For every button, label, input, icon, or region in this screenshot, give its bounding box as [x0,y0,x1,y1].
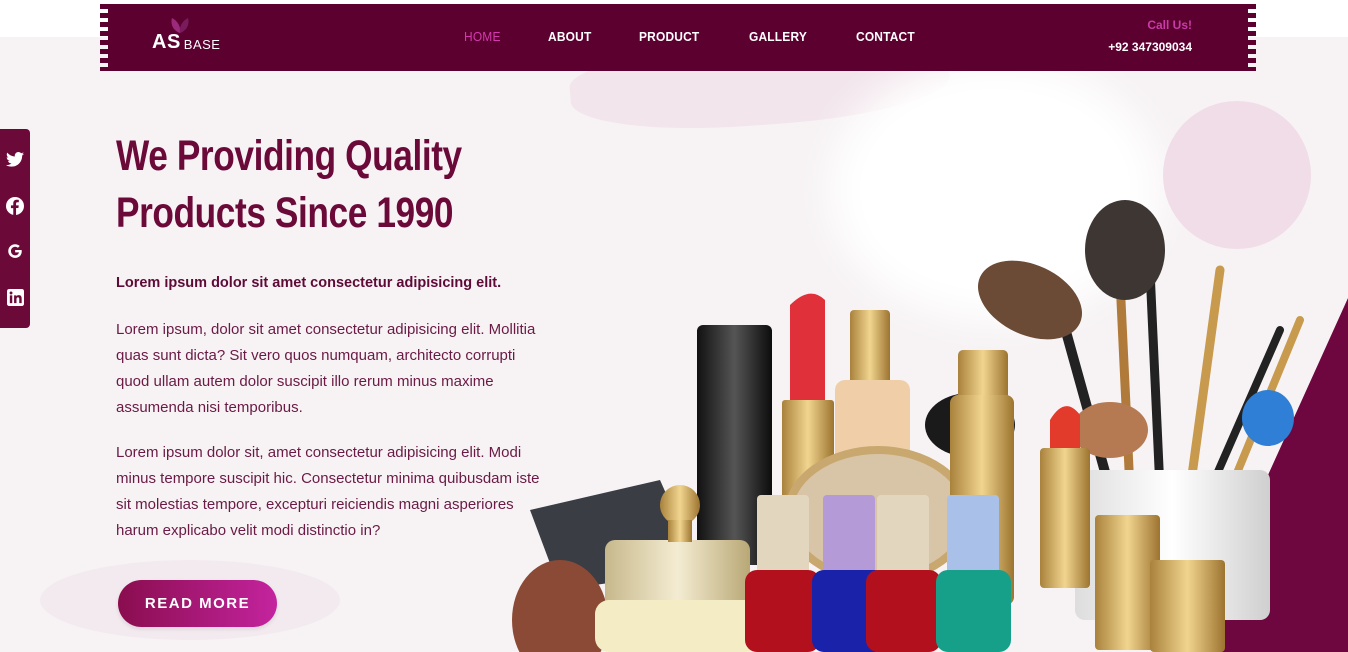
google-icon[interactable] [6,242,24,260]
hero-lead: Lorem ipsum dolor sit amet consectetur a… [116,275,502,291]
facebook-icon[interactable] [6,196,24,215]
nav-item-contact[interactable]: CONTACT [856,29,915,44]
page: AS BASE HOME ABOUT PRODUCT GALLERY CONTA… [0,0,1348,652]
logo[interactable]: AS BASE [152,18,221,54]
hero-title: We Providing Quality Products Since 1990 [116,128,477,242]
social-sidebar [0,129,30,328]
nav-item-gallery[interactable]: GALLERY [749,29,807,44]
nav-menu: HOME ABOUT PRODUCT GALLERY CONTACT [464,29,964,44]
nav-item-product[interactable]: PRODUCT [639,29,699,44]
call-number[interactable]: +92 347309034 [1108,40,1192,54]
logo-sub-text: BASE [183,37,221,52]
twitter-icon[interactable] [6,151,24,169]
leaf-icon [171,18,189,33]
call-block: Call Us! +92 347309034 [1108,18,1192,54]
cosmetics-products-image [512,200,1304,652]
linkedin-icon[interactable] [6,288,24,306]
hero-title-line2: Products Since 1990 [116,189,454,237]
logo-main-text: AS [152,31,181,53]
nav-item-home[interactable]: HOME [464,29,501,44]
nav-item-about[interactable]: ABOUT [548,29,591,44]
navbar: AS BASE HOME ABOUT PRODUCT GALLERY CONTA… [100,4,1256,71]
call-label: Call Us! [1147,18,1192,32]
read-more-button[interactable]: READ MORE [118,580,277,627]
hero-title-line1: We Providing Quality [116,132,462,180]
